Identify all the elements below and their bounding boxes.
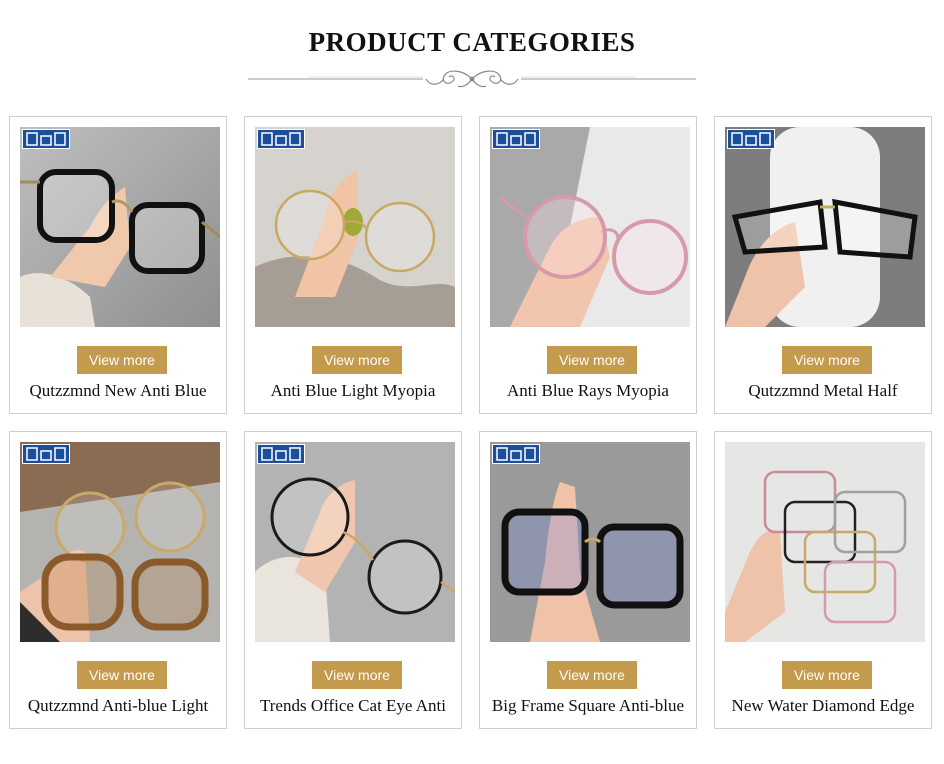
ornamental-divider-icon — [248, 70, 696, 88]
brand-logo-icon — [22, 444, 70, 464]
section-title: PRODUCT CATEGORIES — [308, 27, 636, 57]
product-card[interactable]: View more Qutzzmnd Metal Half — [714, 116, 932, 414]
product-image[interactable] — [20, 442, 220, 642]
product-name[interactable]: Trends Office Cat Eye Anti — [245, 696, 461, 716]
product-image[interactable] — [725, 442, 925, 642]
product-card[interactable]: View more Qutzzmnd New Anti Blue — [9, 116, 227, 414]
view-more-button[interactable]: View more — [312, 661, 402, 689]
product-image[interactable] — [490, 442, 690, 642]
brand-logo-icon — [492, 444, 540, 464]
product-image[interactable] — [490, 127, 690, 327]
view-more-button[interactable]: View more — [312, 346, 402, 374]
view-more-button[interactable]: View more — [547, 661, 637, 689]
product-name[interactable]: Qutzzmnd New Anti Blue — [10, 381, 226, 401]
product-name[interactable]: Big Frame Square Anti-blue — [480, 696, 696, 716]
view-more-button[interactable]: View more — [77, 661, 167, 689]
product-card[interactable]: View more Big Frame Square Anti-blue — [479, 431, 697, 729]
product-name[interactable]: Anti Blue Rays Myopia — [480, 381, 696, 401]
brand-logo-icon — [257, 444, 305, 464]
view-more-button[interactable]: View more — [782, 661, 872, 689]
product-image[interactable] — [725, 127, 925, 327]
product-card[interactable]: View more Anti Blue Rays Myopia — [479, 116, 697, 414]
product-image[interactable] — [255, 442, 455, 642]
product-card[interactable]: View more Anti Blue Light Myopia — [244, 116, 462, 414]
view-more-button[interactable]: View more — [782, 346, 872, 374]
product-card[interactable]: View more Trends Office Cat Eye Anti — [244, 431, 462, 729]
view-more-button[interactable]: View more — [547, 346, 637, 374]
brand-logo-icon — [727, 129, 775, 149]
product-card[interactable]: View more Qutzzmnd Anti-blue Light — [9, 431, 227, 729]
product-name[interactable]: Qutzzmnd Metal Half — [715, 381, 931, 401]
brand-logo-icon — [257, 129, 305, 149]
view-more-button[interactable]: View more — [77, 346, 167, 374]
product-name[interactable]: Qutzzmnd Anti-blue Light — [10, 696, 226, 716]
brand-logo-icon — [22, 129, 70, 149]
product-name[interactable]: Anti Blue Light Myopia — [245, 381, 461, 401]
product-image[interactable] — [255, 127, 455, 327]
section-header: PRODUCT CATEGORIES — [0, 0, 944, 100]
brand-logo-icon — [492, 129, 540, 149]
product-name[interactable]: New Water Diamond Edge — [715, 696, 931, 716]
product-image[interactable] — [20, 127, 220, 327]
product-card[interactable]: View more New Water Diamond Edge — [714, 431, 932, 729]
